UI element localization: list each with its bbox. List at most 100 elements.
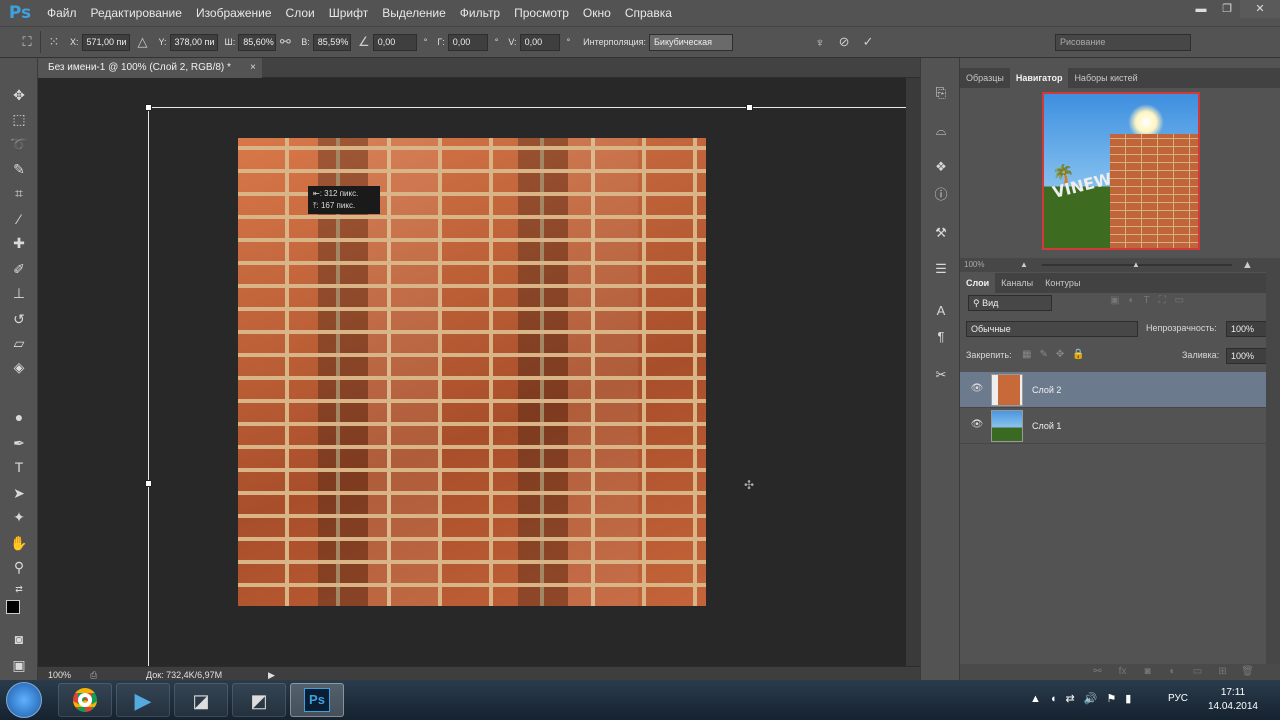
styles-panel-icon[interactable]: ❖ <box>929 156 953 178</box>
eraser-tool-icon[interactable]: ▱ <box>7 332 31 354</box>
height-field[interactable]: 85,59% <box>312 33 351 51</box>
menu-help[interactable]: Справка <box>618 0 679 26</box>
trash-icon[interactable]: 🗑 <box>1235 664 1260 680</box>
start-button[interactable] <box>6 682 42 718</box>
tab-brush-presets[interactable]: Наборы кистей <box>1068 68 1143 88</box>
media-player-taskbar-button[interactable]: ▶ <box>116 683 170 717</box>
menu-filter[interactable]: Фильтр <box>453 0 507 26</box>
layer-name[interactable]: Слой 2 <box>1032 372 1061 408</box>
delta-icon[interactable]: △ <box>134 34 152 50</box>
link-icon[interactable]: ⚯ <box>276 34 294 50</box>
paint-bucket-tool-icon[interactable]: ◈ <box>7 356 31 378</box>
restore-button[interactable]: ❐ <box>1214 0 1240 18</box>
interpolation-select[interactable]: Бикубическая <box>649 33 734 51</box>
history-brush-tool-icon[interactable]: ↺ <box>7 308 31 330</box>
minimize-button[interactable]: ▬ <box>1188 0 1214 18</box>
new-group-icon[interactable]: ▭ <box>1185 664 1210 680</box>
width-field[interactable]: 85,60% <box>238 33 277 51</box>
document-tab[interactable]: Без имени-1 @ 100% (Слой 2, RGB/8) * <box>38 58 262 78</box>
quick-select-tool-icon[interactable]: ✎ <box>7 158 31 180</box>
app-taskbar-button[interactable]: ◪ <box>174 683 228 717</box>
foreground-color-swatch[interactable] <box>6 600 20 614</box>
menu-select[interactable]: Выделение <box>375 0 453 26</box>
paragraph-panel-icon[interactable]: ¶ <box>929 326 953 348</box>
tray-icons[interactable]: ▲◖⇄🔊⚑▮ <box>1030 692 1140 705</box>
brush-tool-icon[interactable]: ✐ <box>7 258 31 280</box>
blend-mode-select[interactable]: Обычные <box>966 321 1138 337</box>
transform-bounding-box[interactable] <box>145 104 906 666</box>
transform-handle-top-center[interactable] <box>746 104 753 111</box>
navigator-preview[interactable]: 🌴 VINEW <box>1042 92 1200 250</box>
eyedropper-tool-icon[interactable]: ⁄ <box>7 208 31 230</box>
hand-tool-icon[interactable]: ✋ <box>7 532 31 554</box>
link-layers-icon[interactable]: ⚯ <box>1085 664 1110 680</box>
eye-icon[interactable]: 👁 <box>970 419 984 433</box>
layers-scrollbar[interactable] <box>1266 268 1280 664</box>
vskew-field[interactable]: 0,00 <box>519 33 560 51</box>
adjustments-panel-icon[interactable]: ⌓ <box>929 120 953 142</box>
swap-colors-icon[interactable]: ⇄ <box>7 578 31 600</box>
history-panel-icon[interactable]: ⎘ <box>929 82 953 104</box>
cancel-transform-icon[interactable]: ⊘ <box>835 34 853 50</box>
path-select-tool-icon[interactable]: ➤ <box>7 482 31 504</box>
new-layer-icon[interactable]: ⊞ <box>1210 664 1235 680</box>
vertical-scrollbar[interactable] <box>906 78 920 666</box>
opacity-field[interactable]: 100% <box>1226 321 1268 337</box>
tab-swatches[interactable]: Образцы <box>960 68 1010 88</box>
layer-filter-select[interactable]: ⚲ Вид <box>968 295 1052 311</box>
tab-navigator[interactable]: Навигатор <box>1009 68 1069 88</box>
layer-row[interactable]: 👁 Слой 2 <box>960 372 1266 408</box>
menu-type[interactable]: Шрифт <box>322 0 375 26</box>
tab-layers[interactable]: Слои <box>960 273 996 293</box>
warp-icon[interactable]: ♆ <box>811 35 829 50</box>
commit-transform-icon[interactable]: ✓ <box>859 34 877 50</box>
shape-tool-icon[interactable]: ✦ <box>7 506 31 528</box>
zoom-in-icon[interactable]: ▲ <box>1242 258 1253 272</box>
dodge-tool-icon[interactable]: ● <box>7 406 31 428</box>
fx-icon[interactable]: fx <box>1110 664 1135 680</box>
chrome-taskbar-button[interactable] <box>58 683 112 717</box>
tab-paths[interactable]: Контуры <box>1039 273 1086 293</box>
x-field[interactable]: 571,00 пи <box>81 33 130 51</box>
lasso-tool-icon[interactable]: ➰ <box>7 133 31 155</box>
transform-handle-middle-left[interactable] <box>145 480 152 487</box>
fill-field[interactable]: 100% <box>1226 348 1268 364</box>
menu-image[interactable]: Изображение <box>189 0 279 26</box>
healing-brush-tool-icon[interactable]: ✚ <box>7 232 31 254</box>
y-field[interactable]: 378,00 пи <box>169 33 218 51</box>
menu-edit[interactable]: Редактирование <box>84 0 189 26</box>
move-tool-icon[interactable]: ✥ <box>7 84 31 106</box>
hskew-field[interactable]: 0,00 <box>447 33 488 51</box>
layer-row[interactable]: 👁 Слой 1 <box>960 408 1266 444</box>
screen-mode-icon[interactable]: ▣ <box>7 654 31 676</box>
menu-file[interactable]: Файл <box>40 0 84 26</box>
clone-stamp-tool-icon[interactable]: ⊥ <box>7 282 31 304</box>
marquee-tool-icon[interactable]: ⬚ <box>7 108 31 130</box>
lock-icons[interactable]: ▦✎✥🔒 <box>1022 349 1093 360</box>
language-indicator[interactable]: РУС <box>1168 693 1188 704</box>
reference-point-icon[interactable]: ⁙ <box>45 34 63 50</box>
navigator-zoom-value[interactable]: 100% <box>964 258 984 272</box>
adjustment-layer-icon[interactable]: ◐ <box>1160 664 1185 680</box>
layer-name[interactable]: Слой 1 <box>1032 408 1061 444</box>
workspace-select[interactable]: Рисование <box>1055 33 1192 51</box>
photoshop-taskbar-button[interactable]: Ps <box>290 683 344 717</box>
character-panel-icon[interactable]: A <box>929 300 953 322</box>
zoom-out-icon[interactable]: ▲ <box>1020 258 1028 272</box>
tab-channels[interactable]: Каналы <box>995 273 1039 293</box>
eye-icon[interactable]: 👁 <box>970 383 984 397</box>
layer-comps-panel-icon[interactable]: ☰ <box>929 258 953 280</box>
app-taskbar-button-2[interactable]: ◩ <box>232 683 286 717</box>
zoom-tool-icon[interactable]: ⚲ <box>7 556 31 578</box>
zoom-slider-thumb[interactable]: ▲ <box>1132 258 1140 272</box>
canvas-area[interactable]: ⇤: 312 пикс. ⤒: 167 пикс. ✣ <box>38 78 906 666</box>
angle-field[interactable]: 0,00 <box>372 33 417 51</box>
menu-layers[interactable]: Слои <box>279 0 322 26</box>
close-window-button[interactable]: ✕ <box>1240 0 1280 18</box>
clock[interactable]: 17:11 14.04.2014 <box>1208 686 1258 714</box>
reference-point-crosshair-icon[interactable]: ✣ <box>744 478 754 492</box>
close-document-icon[interactable]: × <box>250 58 256 78</box>
tools-settings-panel-icon[interactable]: ✂ <box>929 364 953 386</box>
type-tool-icon[interactable]: T <box>7 456 31 478</box>
tool-presets-panel-icon[interactable]: ⚒ <box>929 222 953 244</box>
